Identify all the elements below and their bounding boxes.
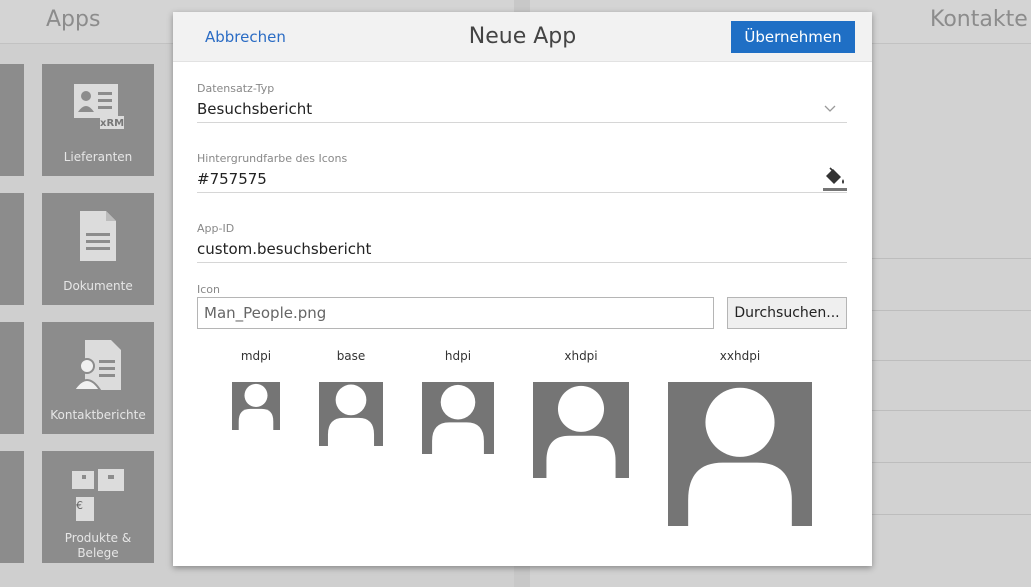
color-swatch: [823, 188, 847, 191]
person-icon: [432, 384, 484, 454]
list-divider: [870, 462, 1031, 463]
chevron-down-icon[interactable]: [823, 102, 837, 116]
tile-label-line2: Belege: [77, 546, 119, 560]
list-divider: [870, 410, 1031, 411]
person-icon: [238, 383, 274, 430]
record-type-select[interactable]: Besuchsbericht: [197, 100, 817, 118]
document-icon: [42, 209, 154, 263]
icon-preview-hdpi: [422, 382, 494, 454]
icon-preview-xhdpi: [533, 382, 629, 478]
id-card-icon: [42, 82, 154, 130]
paint-bucket-icon[interactable]: [823, 166, 847, 192]
app-tile-dokumente[interactable]: Dokumente: [42, 193, 154, 305]
bg-color-input[interactable]: #757575: [197, 170, 797, 188]
apps-title: Apps: [46, 7, 101, 32]
dialog-header: Abbrechen Neue App Übernehmen: [173, 12, 872, 62]
list-divider: [870, 360, 1031, 361]
list-divider: [870, 310, 1031, 311]
app-tile-lieferanten[interactable]: xRM Lieferanten: [42, 64, 154, 176]
bg-color-label: Hintergrundfarbe des Icons: [197, 152, 348, 165]
list-divider: [870, 514, 1031, 515]
icon-preview-mdpi: [232, 382, 280, 430]
products-icon: [42, 465, 154, 525]
dpi-label-xxhdpi: xxhdpi: [719, 349, 761, 363]
app-tile-produkte-belege[interactable]: € Produkte & Belege: [42, 451, 154, 563]
icon-file-input[interactable]: [197, 297, 714, 329]
field-underline: [197, 262, 847, 263]
kontakte-title: Kontakte: [930, 7, 1028, 32]
xrm-badge: xRM: [100, 118, 125, 129]
person-icon: [327, 384, 375, 446]
dpi-label-xhdpi: xhdpi: [564, 349, 598, 363]
app-tile-partial[interactable]: [0, 193, 24, 305]
icon-preview-base: [319, 382, 383, 446]
euro-icon: €: [76, 499, 83, 512]
dpi-label-mdpi: mdpi: [240, 349, 272, 363]
app-tile-kontaktberichte[interactable]: Kontaktberichte: [42, 322, 154, 434]
tile-label: Lieferanten: [63, 150, 133, 164]
app-tile-partial[interactable]: [0, 64, 24, 176]
icon-label: Icon: [197, 283, 220, 296]
person-icon: [546, 385, 616, 478]
tile-label: Dokumente: [63, 279, 133, 293]
app-id-input[interactable]: custom.besuchsbericht: [197, 240, 817, 258]
tile-label: Kontaktberichte: [50, 408, 146, 422]
record-type-label: Datensatz-Typ: [197, 82, 275, 95]
new-app-dialog: Abbrechen Neue App Übernehmen Datensatz-…: [173, 12, 872, 566]
app-id-label: App-ID: [197, 222, 235, 235]
contact-report-icon: [42, 338, 154, 392]
app-tile-partial[interactable]: [0, 322, 24, 434]
list-divider: [870, 258, 1031, 259]
field-underline: [197, 122, 847, 123]
tile-label-line1: Produkte &: [64, 531, 132, 545]
person-icon: [688, 387, 792, 526]
apply-button[interactable]: Übernehmen: [731, 21, 855, 53]
dpi-label-hdpi: hdpi: [444, 349, 472, 363]
icon-preview-xxhdpi: [668, 382, 812, 526]
field-underline: [197, 192, 847, 193]
browse-button[interactable]: Durchsuchen...: [727, 297, 847, 329]
dpi-label-base: base: [336, 349, 366, 363]
app-tile-partial[interactable]: [0, 451, 24, 563]
